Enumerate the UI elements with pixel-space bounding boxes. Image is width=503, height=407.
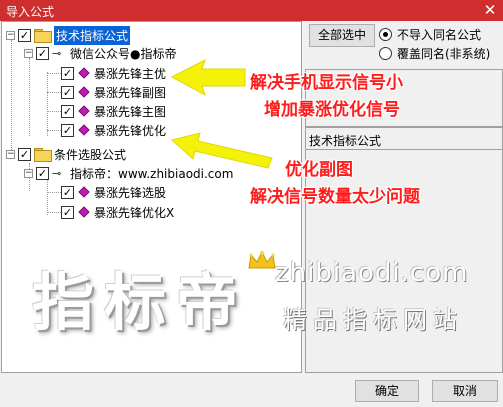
tree-node-formula[interactable]: ✓ 暴涨先锋优化	[61, 121, 166, 139]
node-checkbox[interactable]: ✓	[36, 166, 49, 180]
crown-icon	[248, 250, 276, 269]
formula-icon	[78, 67, 90, 79]
ok-button[interactable]: 确定	[355, 380, 419, 402]
tree-node-formula[interactable]: ✓ 暴涨先锋选股	[61, 183, 166, 201]
folder-icon	[34, 29, 52, 43]
tree-node-label: 条件选股公式	[54, 147, 127, 162]
node-checkbox[interactable]: ✓	[61, 66, 74, 80]
annotation-text: 解决信号数量太少问题	[250, 187, 420, 207]
formula-icon	[78, 186, 90, 198]
key-icon: ⊸	[52, 166, 62, 180]
annotation-text: 优化副图	[285, 160, 353, 180]
radio-overwrite-duplicates[interactable]: 覆盖同名(非系统)	[379, 45, 490, 62]
tree-node-stock-screening[interactable]: − ✓ 条件选股公式	[6, 145, 126, 163]
annotation-text: 增加暴涨优化信号	[264, 100, 400, 120]
tree-node-label: 技术指标公式	[54, 25, 131, 45]
radio-label: 覆盖同名(非系统)	[397, 47, 491, 61]
tree-node-formula[interactable]: ✓ 暴涨先锋主优	[61, 64, 166, 82]
tree-node-label: 微信公众号●指标帝	[70, 46, 177, 61]
dialog-button-bar: 确定 取消	[0, 373, 503, 407]
node-checkbox[interactable]: ✓	[61, 205, 74, 219]
window-title: 导入公式	[6, 5, 55, 19]
formula-icon	[78, 124, 90, 136]
formula-icon	[78, 206, 90, 218]
annotation-text: 解决手机显示信号小	[250, 73, 403, 93]
collapse-toggle[interactable]: −	[6, 30, 15, 40]
tree-node-formula[interactable]: ✓ 暴涨先锋主图	[61, 102, 166, 120]
tree-node-formula[interactable]: ✓ 暴涨先锋优化X	[61, 203, 174, 221]
node-checkbox[interactable]: ✓	[61, 185, 74, 199]
watermark-url: zhibiaodi.com	[275, 258, 469, 288]
node-checkbox[interactable]: ✓	[18, 147, 31, 161]
node-checkbox[interactable]: ✓	[18, 28, 31, 42]
tree-node-label: 暴涨先锋主优	[94, 66, 167, 81]
tree-node-wechat-group[interactable]: − ✓ ⊸ 微信公众号●指标帝	[24, 44, 176, 62]
tree-node-technical-indicators[interactable]: − ✓ 技术指标公式	[6, 25, 131, 45]
node-checkbox[interactable]: ✓	[61, 123, 74, 137]
tree-node-formula[interactable]: ✓ 暴涨先锋副图	[61, 83, 166, 101]
watermark-slogan: 精品指标网站	[283, 306, 463, 334]
tree-node-label: 暴涨先锋副图	[94, 85, 167, 100]
radio-circle[interactable]	[379, 47, 392, 60]
collapse-toggle[interactable]: −	[24, 168, 33, 178]
watermark-brand: 指标帝	[32, 266, 249, 339]
radio-skip-duplicates[interactable]: 不导入同名公式	[379, 26, 481, 43]
close-button[interactable]: ✕	[481, 2, 499, 18]
formula-icon	[78, 86, 90, 98]
formula-icon	[78, 105, 90, 117]
tree-node-label: 暴涨先锋主图	[94, 104, 167, 119]
key-icon: ⊸	[52, 46, 62, 60]
tree-node-label: 暴涨先锋选股	[94, 185, 167, 200]
select-all-button[interactable]: 全部选中	[309, 24, 375, 47]
tree-node-label: 暴涨先锋优化	[94, 123, 167, 138]
node-checkbox[interactable]: ✓	[61, 85, 74, 99]
tree-node-label: 指标帝：www.zhibiaodi.com	[70, 166, 234, 181]
tree-node-zhibiaodi-group[interactable]: − ✓ ⊸ 指标帝：www.zhibiaodi.com	[24, 164, 233, 182]
description-title: 技术指标公式	[306, 128, 502, 150]
node-checkbox[interactable]: ✓	[36, 46, 49, 60]
node-checkbox[interactable]: ✓	[61, 104, 74, 118]
tree-node-label: 暴涨先锋优化X	[94, 205, 175, 220]
radio-label: 不导入同名公式	[397, 28, 482, 42]
radio-circle[interactable]	[379, 28, 392, 41]
title-bar: 导入公式 ✕	[0, 0, 503, 21]
collapse-toggle[interactable]: −	[24, 48, 33, 58]
cancel-button[interactable]: 取消	[432, 380, 498, 402]
folder-icon	[34, 148, 52, 162]
collapse-toggle[interactable]: −	[6, 149, 15, 159]
